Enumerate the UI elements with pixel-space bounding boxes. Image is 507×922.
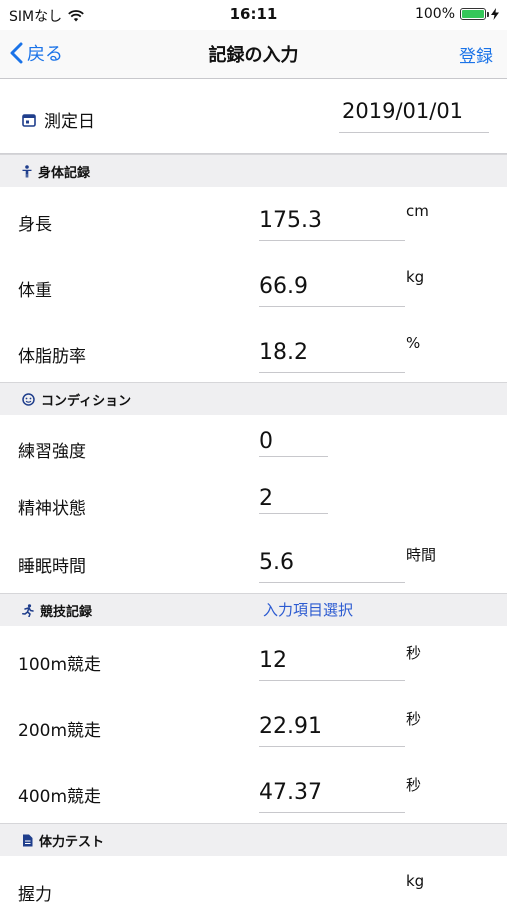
back-label: 戻る: [27, 44, 63, 65]
input-underline: [259, 812, 405, 813]
status-bar: SIMなし 16:11 100%: [0, 0, 507, 30]
row-mental-state: 精神状態 2: [0, 470, 507, 536]
row-height: 身長 175.3 cm: [0, 186, 507, 252]
measure-date-row: 測定日 2019/01/01: [0, 79, 507, 154]
row-grip-strength: 握力 kg: [0, 856, 507, 922]
field-label: 200m競走: [18, 721, 102, 741]
section-title-fitness: 体力テスト: [39, 835, 105, 850]
section-header-condition: コンディション: [0, 382, 507, 415]
battery-percent: 100%: [414, 6, 455, 22]
field-label: 体重: [18, 281, 52, 301]
field-label: 体脂肪率: [18, 347, 86, 367]
row-weight: 体重 66.9 kg: [0, 252, 507, 318]
200m-input[interactable]: 22.91: [259, 714, 322, 739]
section-header-body: 身体記録: [0, 154, 507, 187]
row-sleep-time: 睡眠時間 5.6 時間: [0, 528, 507, 594]
input-underline: [259, 456, 328, 457]
unit-label: 秒: [406, 776, 422, 794]
measure-date-label: 測定日: [44, 112, 95, 132]
100m-input[interactable]: 12: [259, 648, 287, 673]
charging-icon: [491, 8, 499, 20]
runner-icon: [22, 604, 34, 617]
field-label: 精神状態: [18, 499, 86, 519]
unit-label: 秒: [406, 710, 422, 728]
register-button[interactable]: 登録: [459, 42, 493, 67]
battery-icon: [460, 8, 489, 20]
input-underline: [259, 582, 405, 583]
unit-label: 時間: [406, 546, 437, 564]
person-icon: [22, 165, 32, 178]
height-input[interactable]: 175.3: [259, 208, 322, 233]
field-label: 練習強度: [18, 442, 86, 462]
input-underline: [259, 680, 405, 681]
field-label: 100m競走: [18, 655, 102, 675]
section-header-fitness: 体力テスト: [0, 823, 507, 856]
measure-date-underline: [339, 132, 489, 133]
section-title-athletics: 競技記録: [40, 605, 93, 620]
navigation-bar: 戻る 記録の入力 登録: [0, 30, 507, 79]
weight-input[interactable]: 66.9: [259, 274, 308, 299]
row-400m: 400m競走 47.37 秒: [0, 758, 507, 824]
document-icon: [22, 834, 33, 847]
400m-input[interactable]: 47.37: [259, 780, 322, 805]
calendar-icon: [22, 113, 36, 127]
section-header-athletics: 競技記録 入力項目選択: [0, 593, 507, 626]
input-underline: [259, 746, 405, 747]
mental-state-input[interactable]: 2: [259, 486, 273, 511]
field-label: 睡眠時間: [18, 557, 86, 577]
unit-label: %: [406, 334, 421, 352]
field-label: 身長: [18, 215, 52, 235]
unit-label: cm: [406, 202, 429, 220]
training-intensity-input[interactable]: 0: [259, 429, 273, 454]
input-underline: [259, 513, 328, 514]
body-fat-input[interactable]: 18.2: [259, 340, 308, 365]
field-label: 400m競走: [18, 787, 102, 807]
row-200m: 200m競走 22.91 秒: [0, 692, 507, 758]
field-label: 握力: [18, 885, 52, 905]
measure-date-field[interactable]: 2019/01/01: [342, 99, 463, 123]
unit-label: 秒: [406, 644, 422, 662]
input-underline: [259, 240, 405, 241]
row-100m: 100m競走 12 秒: [0, 626, 507, 692]
unit-label: kg: [406, 268, 425, 286]
input-underline: [259, 372, 405, 373]
select-items-link[interactable]: 入力項目選択: [263, 599, 353, 620]
sleep-time-input[interactable]: 5.6: [259, 550, 294, 575]
input-underline: [259, 306, 405, 307]
face-icon: [22, 393, 35, 406]
unit-label: kg: [406, 872, 425, 890]
chevron-left-icon: [10, 42, 23, 64]
page-title: 記録の入力: [208, 45, 299, 66]
section-title-body: 身体記録: [38, 166, 91, 181]
row-body-fat: 体脂肪率 18.2 %: [0, 318, 507, 384]
back-button[interactable]: 戻る: [10, 40, 63, 66]
section-title-condition: コンディション: [41, 394, 132, 409]
